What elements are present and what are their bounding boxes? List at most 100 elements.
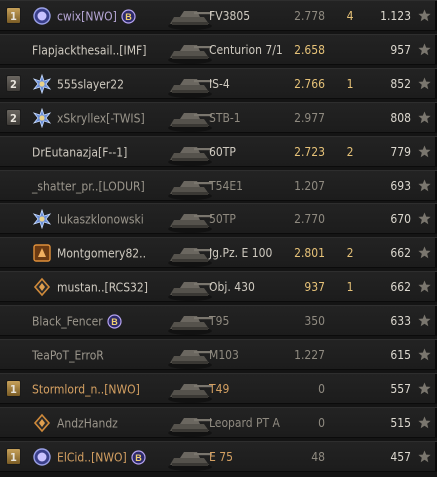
efficiency-rating: 0 [318,381,325,396]
player-name: Stormlord_n..[NWO] [32,382,140,397]
player-name: cwix[NWO] [57,9,117,24]
efficiency-rating: 0 [318,415,325,430]
player-name: xSkryllex[-TWIS] [57,111,145,126]
star-rank-icon [32,107,52,128]
star-icon [418,348,431,361]
player-name-cell[interactable]: ElCid..[NWO] B [57,450,146,465]
player-row[interactable]: lukaszklonowski 50TP 2.770 670 [0,203,437,235]
experience-value: 457 [390,449,411,464]
player-name-cell[interactable]: AndzHandz [57,416,118,431]
player-name-cell[interactable]: Montgomery82.. [57,246,146,261]
experience-value: 693 [390,178,411,193]
player-row[interactable]: DrEutanazja[F--1] 60TP 2.723 2 779 [0,135,437,167]
player-row[interactable]: 1 Stormlord_n..[NWO] T49 0 557 [0,372,437,404]
tank-icon [164,273,214,302]
player-name: Flapjackthesail..[IMF] [32,43,147,58]
tank-icon [164,70,214,99]
tank-icon [164,409,214,438]
experience-value: 662 [390,246,411,261]
tank-name: Centurion 7/1 [209,42,283,57]
tank-name: STB-1 [209,110,241,125]
player-name-cell[interactable]: Flapjackthesail..[IMF] [32,43,147,58]
experience-value: 515 [390,415,411,430]
frags-count: 1 [346,280,354,295]
tank-icon [164,341,214,370]
player-row[interactable]: _shatter_pr..[LODUR] T54E1 1.207 693 [0,169,437,201]
player-name-cell[interactable]: Stormlord_n..[NWO] [32,382,140,397]
tank-icon [164,2,214,31]
player-name-cell[interactable]: Black_Fencer B [32,314,122,329]
player-name-cell[interactable]: cwix[NWO] B [57,9,136,24]
frags-count: 1 [346,76,354,91]
diamond-rank-icon [32,413,52,433]
player-row[interactable]: mustan..[RCS32] Obj. 430 937 1 662 [0,271,437,303]
star-icon [418,246,431,259]
platoon-number-badge: 1 [6,447,21,465]
svg-text:B: B [125,12,132,22]
tank-name: FV3805 [209,9,251,23]
player-name: 555slayer22 [57,77,125,92]
platoon-number-badge: 1 [6,7,21,24]
experience-value: 662 [390,280,411,295]
platoon-number-badge: 2 [6,108,21,126]
star-icon [418,212,431,225]
star-rank-icon [32,209,52,230]
experience-value: 852 [390,76,411,91]
tank-name: 50TP [209,212,236,227]
star-icon [418,280,431,293]
tank-icon [164,443,214,472]
star-icon [418,382,431,395]
tank-name: T95 [209,314,230,329]
team-scoreboard: 1 cwix[NWO] B FV3805 2.778 4 1.123 Flapjackthes… [0,0,437,477]
player-row[interactable]: TeaPoT_ErroR M103 1.227 615 [0,339,437,370]
tank-icon [164,172,214,201]
orange-emblem-icon [32,243,52,263]
player-row[interactable]: Montgomery82.. Jg.Pz. E 100 2.801 2 662 [0,237,437,269]
star-icon [418,450,431,463]
frags-count: 2 [346,246,354,261]
efficiency-rating: 1.227 [294,348,325,362]
player-name: Black_Fencer [32,314,103,329]
player-row[interactable]: Black_Fencer B T95 350 633 [0,305,437,337]
experience-value: 633 [390,314,411,329]
player-name-cell[interactable]: lukaszklonowski [57,212,144,227]
player-name-cell[interactable]: TeaPoT_ErroR [32,348,104,363]
player-row[interactable]: 1 ElCid..[NWO] B E 75 48 457 [0,440,437,472]
platoon-number-badge: 1 [6,379,21,397]
clan-badge-icon: B [131,450,146,465]
tank-icon [164,138,214,167]
frags-count: 4 [346,9,354,23]
player-row[interactable]: AndzHandz Leopard PT A 0 515 [0,406,437,438]
platoon-number-badge: 2 [6,74,21,92]
experience-value: 557 [390,381,411,396]
efficiency-rating: 350 [304,314,325,329]
player-name-cell[interactable]: xSkryllex[-TWIS] [57,111,145,126]
efficiency-rating: 48 [311,449,325,464]
player-row[interactable]: Flapjackthesail..[IMF] Centurion 7/1 2.658… [0,33,437,65]
star-icon [418,179,431,192]
player-name-cell[interactable]: _shatter_pr..[LODUR] [32,179,145,193]
efficiency-rating: 937 [304,280,325,295]
player-name: Montgomery82.. [57,246,147,261]
player-name-cell[interactable]: mustan..[RCS32] [57,280,148,295]
efficiency-rating: 2.778 [294,9,325,23]
experience-value: 957 [390,42,411,57]
player-name-cell[interactable]: 555slayer22 [57,77,125,92]
efficiency-rating: 1.207 [294,178,325,193]
tank-name: T54E1 [209,178,244,193]
tank-name: Jg.Pz. E 100 [209,246,273,261]
player-name: AndzHandz [57,416,118,431]
tank-name: T49 [209,381,230,396]
player-row[interactable]: 2 xSkryllex[-TWIS] STB-1 2.977 808 [0,101,437,133]
star-icon [418,145,431,158]
star-icon [418,314,431,327]
tank-icon [164,239,214,268]
player-name-cell[interactable]: DrEutanazja[F--1] [32,145,128,160]
efficiency-rating: 2.977 [294,110,325,125]
tank-icon [164,205,214,234]
player-name: DrEutanazja[F--1] [32,145,128,160]
efficiency-rating: 2.658 [294,42,325,57]
star-icon [418,111,431,124]
player-row[interactable]: 1 cwix[NWO] B FV3805 2.778 4 1.123 [0,0,437,31]
player-row[interactable]: 2 555slayer22 IS-4 2.766 1 852 [0,67,437,99]
